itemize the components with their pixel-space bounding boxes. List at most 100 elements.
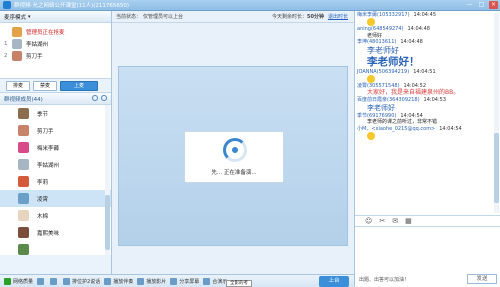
avatar [18, 227, 29, 238]
chat-message: 季节(69176990) 14:04:54 李老师的课之前听过，非常不错 [357, 113, 493, 126]
chat-message: 李坤(48013611) 14:04:48 李老师好 [357, 39, 493, 55]
queue-number: 2 [4, 53, 8, 59]
chat-scrollbar[interactable] [494, 13, 499, 213]
close-button[interactable]: × [489, 1, 498, 9]
member-row[interactable] [0, 241, 111, 255]
message-time: 14:04:48 [400, 39, 423, 46]
member-row[interactable]: 凌霄 [0, 190, 111, 207]
message-content [357, 75, 493, 84]
toolbar-item[interactable] [50, 277, 59, 285]
member-name: 梅米李薅 [37, 145, 60, 152]
avatar [12, 39, 22, 49]
mic-queue-item[interactable]: 管理员正在抢麦 [0, 26, 111, 38]
chat-message: JOANNA(506394219) 14:04:51 [357, 69, 493, 84]
sender-name[interactable]: aning(648549274) [357, 26, 404, 32]
message-content [357, 132, 493, 141]
avatar [18, 159, 29, 170]
message-content: 李老师好！ [367, 55, 420, 68]
loading-spinner-icon [223, 138, 247, 162]
mode-selector[interactable]: 麦序模式 ▾ [0, 11, 111, 23]
member-row[interactable]: 嘉熙美味 [0, 224, 111, 241]
chat-history: 梅米李薅(105332917) 14:04:45 aning(648549274) 1… [355, 11, 495, 215]
member-name: 剪刀手 [37, 128, 54, 135]
sender-name[interactable]: 梅米李薅(105332917) [357, 12, 410, 18]
settings-icon[interactable] [101, 95, 107, 101]
sender-name[interactable]: 百度前日霞亲(364309218) [357, 97, 420, 103]
app-logo-icon [3, 1, 11, 9]
bottom-toolbar: 网络质量 排位护2说话 播放伴奏 播放影片 分享屏幕 合演示 上台 [0, 274, 354, 287]
title-bar: 群视频-允之网络公开课堂(11人)(211765650) — □ × [0, 0, 500, 11]
image-icon[interactable]: ▦ [405, 217, 412, 225]
message-time: 14:04:53 [423, 97, 447, 104]
scrollbar-thumb[interactable] [105, 195, 110, 250]
mic-queue-item[interactable]: 1 李姑湖州 [0, 38, 111, 50]
sender-name[interactable]: 季节(69176990) [357, 113, 396, 119]
status-bar: 当前状态： 仅管理员可以上台 今天剩余时长：50分钟 退出时长 [112, 11, 354, 23]
avatar [18, 244, 29, 255]
member-row[interactable]: 季节 [0, 105, 111, 122]
toolbar-item[interactable]: 播放影片 [137, 277, 166, 285]
maximize-button[interactable]: □ [477, 1, 486, 9]
member-row[interactable]: 木棉 [0, 207, 111, 224]
mic-queue-item[interactable]: 2 剪刀手 [0, 50, 111, 62]
message-content: 李老师好 [367, 103, 395, 112]
chat-input[interactable] [355, 228, 500, 271]
status-value: 仅管理员可以上台 [143, 14, 184, 20]
scrollbar-thumb[interactable] [494, 133, 499, 203]
video-area: 当前状态： 仅管理员可以上台 今天剩余时长：50分钟 退出时长 先... 正在准… [112, 11, 354, 274]
sender-name[interactable]: 小M、<xiaohe_0215@qq.com> [357, 126, 435, 132]
film-icon [137, 277, 145, 285]
go-on-stage-button[interactable]: 上台 [319, 276, 349, 287]
remaining-time: 今天剩余时长：50分钟 [272, 13, 324, 20]
toolbar-item[interactable]: 分享屏幕 [170, 277, 200, 285]
toolbar-item[interactable]: 播放伴奏 [104, 277, 133, 285]
message-icon[interactable]: ✉ [392, 217, 398, 225]
search-icon[interactable] [92, 95, 98, 101]
music-icon [104, 277, 112, 285]
screen-icon [170, 277, 178, 285]
sender-name[interactable]: JOANNA(506394219) [357, 69, 409, 75]
member-list-scrollbar[interactable] [105, 105, 110, 255]
tab-queue[interactable]: 排麦 [6, 80, 31, 91]
window-controls: — □ × [465, 1, 498, 9]
member-row[interactable]: 梅米李薅 [0, 139, 111, 156]
mic-queue-label: 李姑湖州 [26, 42, 49, 48]
member-name: 李姑湖州 [37, 162, 60, 169]
minimize-button[interactable]: — [465, 1, 474, 9]
message-content [357, 18, 493, 27]
smiley-icon [367, 18, 375, 27]
member-row[interactable]: 李姑湖州 [0, 156, 111, 173]
avatar [18, 125, 29, 136]
sender-name[interactable]: 李坤(48013611) [357, 39, 396, 45]
present-icon [203, 277, 211, 285]
queue-icon [63, 277, 71, 285]
toolbar-item[interactable]: 排位护2说话 [63, 277, 101, 285]
scissors-icon[interactable]: ✂ [379, 217, 385, 225]
footer-text: 出题、出答可以加油！ [359, 276, 410, 283]
signal-icon [4, 277, 11, 285]
toolbar-item[interactable] [37, 277, 46, 285]
send-row: 出题、出答可以加油！ 发送 [355, 271, 500, 287]
toolbar-label: 排位护2说话 [72, 278, 101, 285]
avatar [18, 176, 29, 187]
emoji-icon[interactable]: ☺ [365, 217, 372, 225]
toolbar-item[interactable]: 网络质量 [4, 277, 34, 285]
chat-panel: 梅米李薅(105332917) 14:04:45 aning(648549274) 1… [354, 11, 500, 287]
send-button[interactable]: 发送 [467, 274, 497, 284]
toolbar-label: 网络质量 [13, 278, 34, 285]
toolbar-item[interactable]: 合演示 [203, 277, 228, 285]
tab-mute[interactable]: 禁麦 [33, 80, 58, 91]
member-row[interactable]: 李莉 [0, 173, 111, 190]
left-panel: 麦序模式 ▾ 管理员正在抢麦 1 李姑湖州 2 剪刀手 排麦 禁麦 上麦 群视频成员… [0, 11, 112, 274]
member-list: 季节 剪刀手 梅米李薅 李姑湖州 李莉 凌霄 木棉 嘉熙美味 [0, 105, 111, 255]
toolbar-label: 合演示 [212, 278, 228, 285]
member-name: 季节 [37, 111, 49, 118]
tab-on-mic[interactable]: 上麦 [60, 80, 99, 91]
message-time: 14:04:54 [400, 112, 423, 119]
member-row[interactable]: 剪刀手 [0, 122, 111, 139]
remaining-value: 50分钟 [307, 14, 324, 20]
video-stage: 先... 正在准备演... [118, 66, 348, 246]
exit-duration-link[interactable]: 退出时长 [328, 13, 348, 20]
toolbar-label: 分享屏幕 [179, 278, 200, 285]
members-title: 群视频成员(44) [4, 96, 43, 103]
